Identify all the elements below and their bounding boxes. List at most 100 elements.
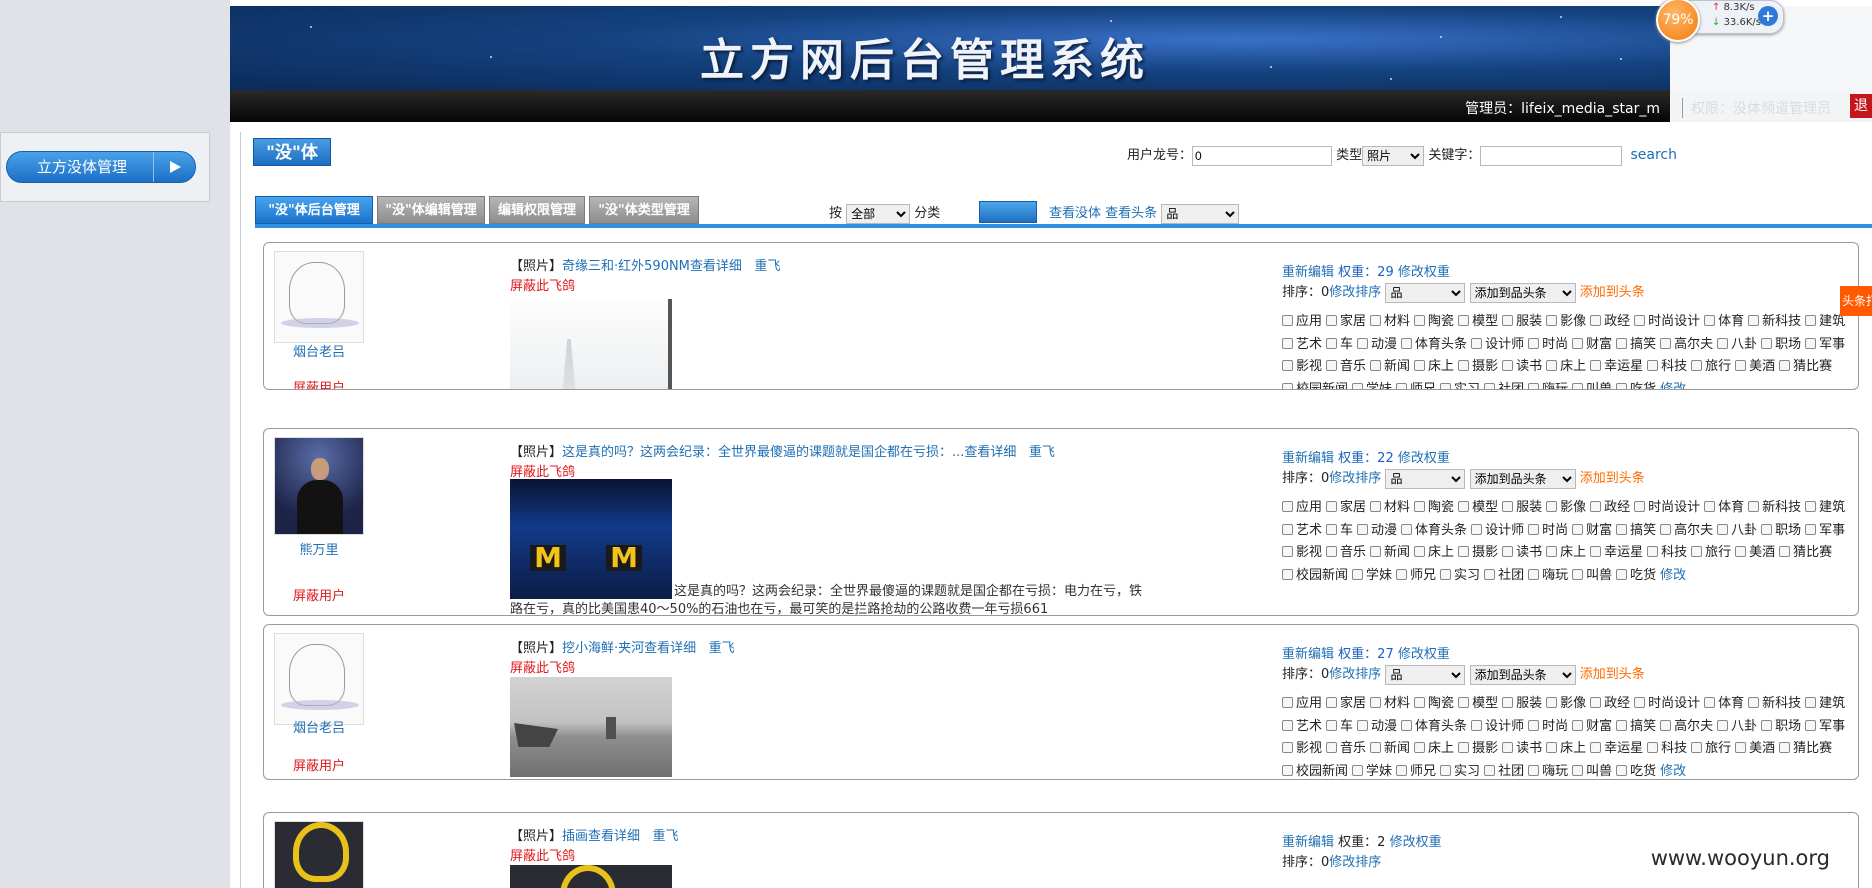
category-checkbox[interactable]: 嗨玩 xyxy=(1528,761,1568,780)
checkbox-icon[interactable] xyxy=(1414,742,1426,753)
category-checkbox[interactable]: 设计师 xyxy=(1471,716,1524,739)
checkbox-icon[interactable] xyxy=(1590,742,1602,753)
checkbox-icon[interactable] xyxy=(1748,697,1760,708)
category-checkbox[interactable]: 摄影 xyxy=(1458,542,1498,565)
checkbox-icon[interactable] xyxy=(1282,568,1293,580)
category-checkbox[interactable]: 幸运星 xyxy=(1590,738,1643,761)
block-post-link[interactable]: 屏蔽此飞鸽 xyxy=(510,461,575,480)
checkbox-icon[interactable] xyxy=(1616,523,1628,535)
checkbox-icon[interactable] xyxy=(1546,546,1558,557)
post-title-link[interactable]: 挖小海鲜·夹河 xyxy=(562,641,644,656)
checkbox-icon[interactable] xyxy=(1616,382,1628,389)
filter-button[interactable] xyxy=(979,201,1037,223)
username-link[interactable]: 烟台老吕 xyxy=(274,341,364,360)
view-headlines-link[interactable]: 查看头条 xyxy=(1105,206,1157,221)
checkbox-icon[interactable] xyxy=(1634,315,1646,326)
category-checkbox[interactable]: 八卦 xyxy=(1717,520,1757,543)
checkbox-icon[interactable] xyxy=(1326,360,1338,371)
checkbox-icon[interactable] xyxy=(1590,546,1602,557)
refly-link[interactable]: 重飞 xyxy=(652,829,678,844)
checkbox-icon[interactable] xyxy=(1282,697,1293,708)
checkbox-icon[interactable] xyxy=(1717,337,1729,349)
edit-categories-link[interactable]: 修改 xyxy=(1660,764,1686,779)
checkbox-icon[interactable] xyxy=(1458,501,1470,512)
category-checkbox[interactable]: 学妹 xyxy=(1352,761,1392,780)
logout-button[interactable]: 退 xyxy=(1850,94,1872,118)
category-checkbox[interactable]: 陶瓷 xyxy=(1414,497,1454,520)
checkbox-icon[interactable] xyxy=(1717,719,1729,731)
category-checkbox[interactable]: 科技 xyxy=(1647,356,1687,379)
checkbox-icon[interactable] xyxy=(1616,764,1628,776)
checkbox-icon[interactable] xyxy=(1458,697,1470,708)
checkbox-icon[interactable] xyxy=(1717,523,1729,535)
checkbox-icon[interactable] xyxy=(1761,719,1773,731)
category-checkbox[interactable]: 影视 xyxy=(1282,542,1322,565)
category-checkbox[interactable]: 时尚设计 xyxy=(1634,497,1700,520)
edit-categories-link[interactable]: 修改 xyxy=(1660,382,1686,390)
category-checkbox[interactable]: 搞笑 xyxy=(1616,520,1656,543)
category-checkbox[interactable]: 影像 xyxy=(1546,497,1586,520)
edit-weight-link[interactable]: 修改权重 xyxy=(1390,835,1442,850)
checkbox-icon[interactable] xyxy=(1805,315,1817,326)
category-checkbox[interactable]: 师兄 xyxy=(1396,761,1436,780)
category-checkbox[interactable]: 八卦 xyxy=(1717,334,1757,357)
tab-media-editor[interactable]: "没"体编辑管理 xyxy=(377,196,485,224)
checkbox-icon[interactable] xyxy=(1546,315,1558,326)
category-checkbox[interactable]: 科技 xyxy=(1647,542,1687,565)
category-checkbox[interactable]: 时尚 xyxy=(1528,520,1568,543)
add-headline-link[interactable]: 添加到头条 xyxy=(1580,667,1645,682)
category-checkbox[interactable]: 床上 xyxy=(1546,738,1586,761)
category-checkbox[interactable]: 吃货 xyxy=(1616,379,1656,389)
checkbox-icon[interactable] xyxy=(1370,360,1382,371)
category-checkbox[interactable]: 军事 xyxy=(1805,520,1845,543)
category-checkbox[interactable]: 体育 xyxy=(1704,311,1744,334)
checkbox-icon[interactable] xyxy=(1370,315,1382,326)
view-detail-link[interactable]: 查看详细 xyxy=(690,259,742,274)
post-title-link[interactable]: 这是真的吗？这两会纪录：全世界最傻逼的课题就是国企都在亏损：... xyxy=(562,445,964,460)
checkbox-icon[interactable] xyxy=(1370,501,1382,512)
category-checkbox[interactable]: 旅行 xyxy=(1691,738,1731,761)
category-checkbox[interactable]: 嗨玩 xyxy=(1528,565,1568,588)
category-checkbox[interactable]: 军事 xyxy=(1805,716,1845,739)
checkbox-icon[interactable] xyxy=(1370,742,1382,753)
category-checkbox[interactable]: 实习 xyxy=(1440,761,1480,780)
category-checkbox[interactable]: 猜比赛 xyxy=(1779,738,1832,761)
checkbox-icon[interactable] xyxy=(1647,360,1659,371)
checkbox-icon[interactable] xyxy=(1357,523,1369,535)
category-checkbox[interactable]: 职场 xyxy=(1761,334,1801,357)
category-checkbox[interactable]: 时尚 xyxy=(1528,334,1568,357)
add-headline-select[interactable]: 添加到品头条 xyxy=(1469,468,1576,489)
checkbox-icon[interactable] xyxy=(1458,360,1470,371)
category-checkbox[interactable]: 动漫 xyxy=(1357,520,1397,543)
checkbox-icon[interactable] xyxy=(1370,546,1382,557)
edit-categories-link[interactable]: 修改 xyxy=(1660,568,1686,583)
category-checkbox[interactable]: 搞笑 xyxy=(1616,334,1656,357)
category-checkbox[interactable]: 体育 xyxy=(1704,497,1744,520)
category-checkbox[interactable]: 车 xyxy=(1326,520,1353,543)
category-checkbox[interactable]: 艺术 xyxy=(1282,716,1322,739)
checkbox-icon[interactable] xyxy=(1647,742,1659,753)
category-checkbox[interactable]: 时尚 xyxy=(1528,716,1568,739)
checkbox-icon[interactable] xyxy=(1691,360,1703,371)
category-checkbox[interactable]: 摄影 xyxy=(1458,738,1498,761)
checkbox-icon[interactable] xyxy=(1590,315,1602,326)
checkbox-icon[interactable] xyxy=(1735,546,1747,557)
category-checkbox[interactable]: 幸运星 xyxy=(1590,356,1643,379)
checkbox-icon[interactable] xyxy=(1761,337,1773,349)
block-user-link[interactable]: 屏蔽用户 xyxy=(274,377,364,389)
checkbox-icon[interactable] xyxy=(1326,719,1338,731)
checkbox-icon[interactable] xyxy=(1282,501,1293,512)
user-avatar[interactable] xyxy=(274,437,364,535)
category-checkbox[interactable]: 新科技 xyxy=(1748,311,1801,334)
re-edit-link[interactable]: 重新编辑 xyxy=(1282,647,1334,662)
block-user-link[interactable]: 屏蔽用户 xyxy=(274,585,364,604)
checkbox-icon[interactable] xyxy=(1414,546,1426,557)
category-checkbox[interactable]: 建筑 xyxy=(1805,693,1845,716)
checkbox-icon[interactable] xyxy=(1735,742,1747,753)
checkbox-icon[interactable] xyxy=(1282,360,1293,371)
checkbox-icon[interactable] xyxy=(1326,742,1338,753)
checkbox-icon[interactable] xyxy=(1326,546,1338,557)
checkbox-icon[interactable] xyxy=(1352,382,1364,389)
category-checkbox[interactable]: 美酒 xyxy=(1735,542,1775,565)
category-checkbox[interactable]: 嗨玩 xyxy=(1528,379,1568,389)
